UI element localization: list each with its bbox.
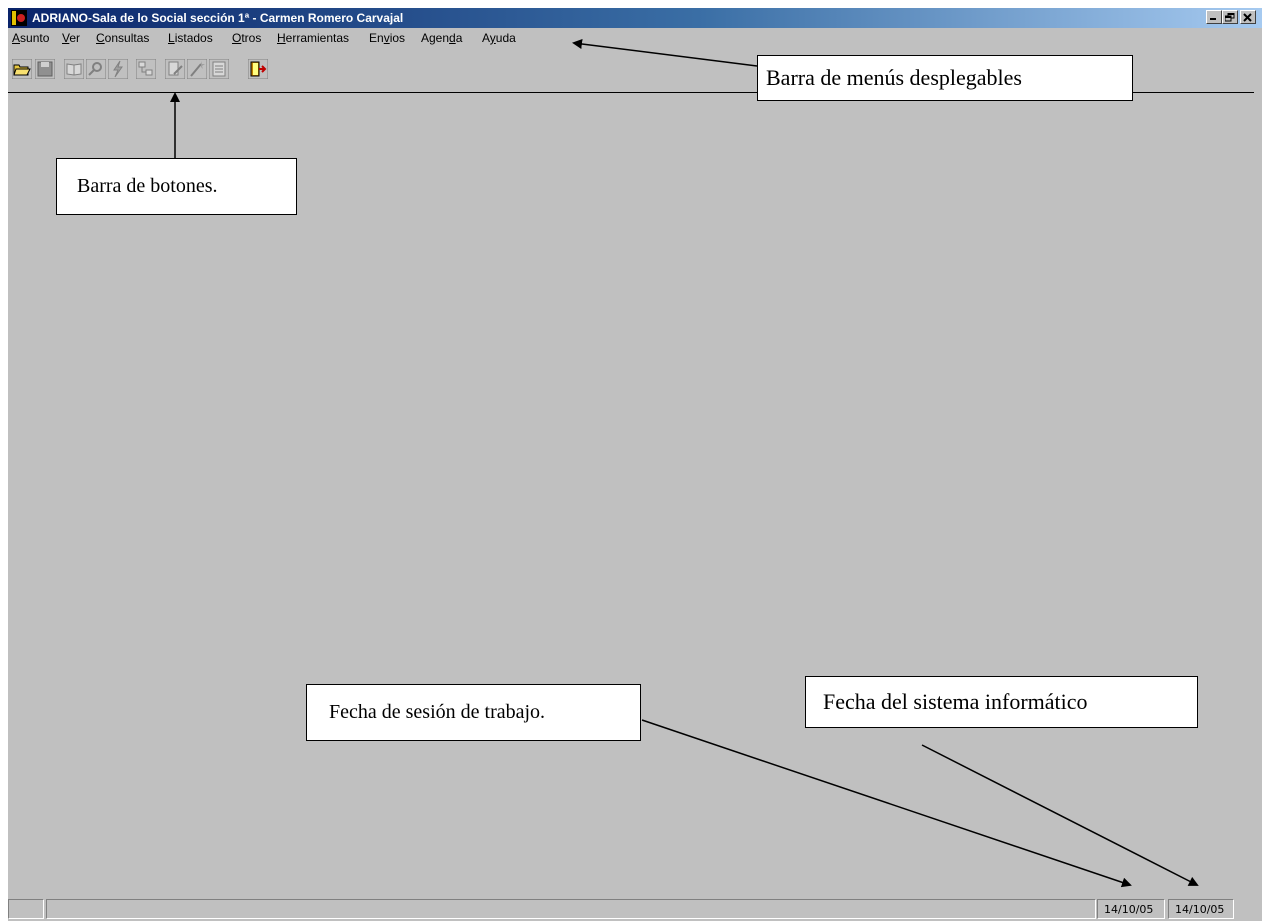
callout-system-date: Fecha del sistema informático <box>805 676 1198 728</box>
arrow-session-date <box>641 719 1132 888</box>
annotation-arrows <box>170 39 1199 888</box>
arrow-system-date <box>921 744 1199 886</box>
callout-session-date: Fecha de sesión de trabajo. <box>306 684 641 741</box>
callout-button-bar: Barra de botones. <box>56 158 297 215</box>
arrow-menu-bar <box>572 39 758 67</box>
callout-menu-bar: Barra de menús desplegables <box>757 55 1133 101</box>
